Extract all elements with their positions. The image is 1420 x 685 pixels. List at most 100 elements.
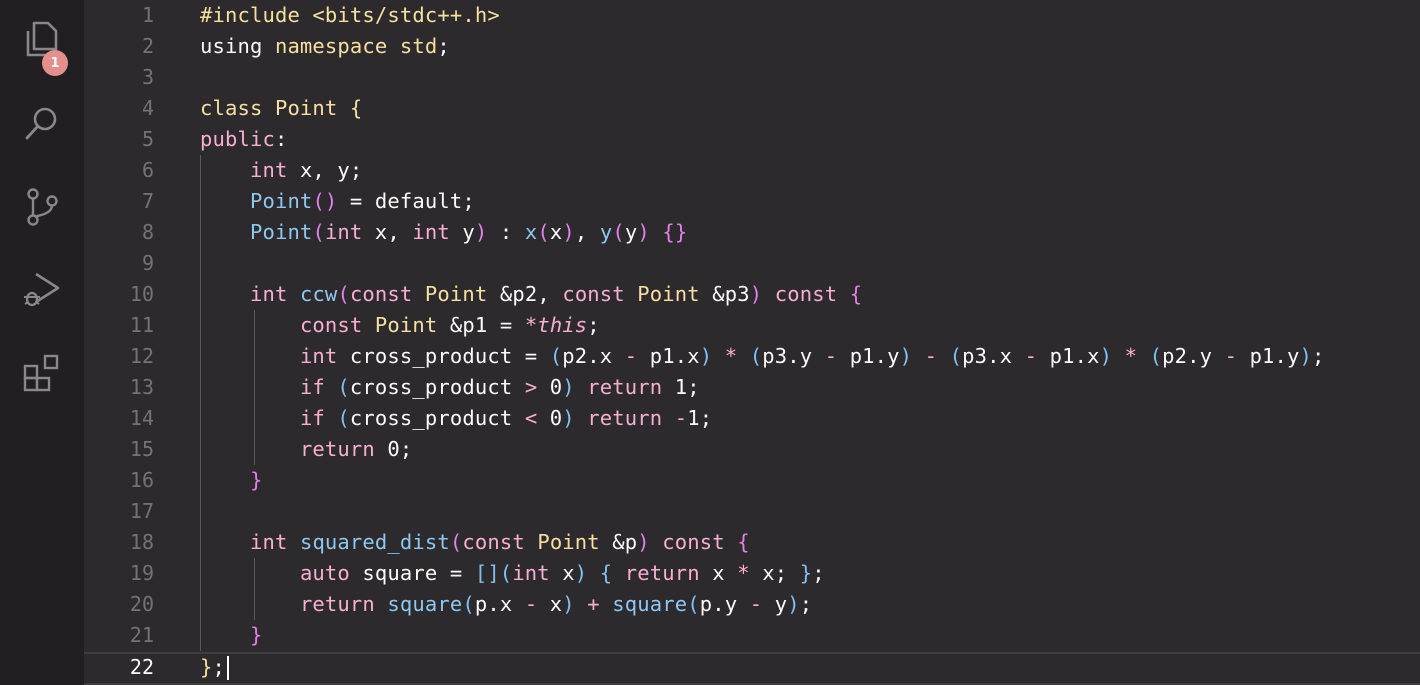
code-token: cross_product [349, 406, 525, 430]
code-token: return [624, 561, 700, 585]
search-button[interactable] [0, 92, 84, 154]
code-token: int [249, 158, 288, 182]
code-token: ( [949, 344, 963, 368]
explorer-button[interactable]: 1 [0, 8, 84, 76]
code-token: ( [337, 282, 350, 306]
code-token: } [799, 561, 813, 585]
code-line[interactable]: 15 return 0; [84, 434, 1420, 465]
code-token: const [462, 530, 525, 554]
code-text: using namespace std; [200, 31, 450, 62]
code-token: int [412, 220, 450, 244]
code-line[interactable]: 20 return square(p.x - x) + square(p.y -… [84, 589, 1420, 620]
code-token: &p1 = [437, 313, 525, 337]
code-token: { [737, 530, 750, 554]
code-token: } [249, 623, 263, 647]
code-line[interactable]: 21 } [84, 620, 1420, 651]
code-token: if [299, 406, 325, 430]
line-number: 22 [129, 655, 154, 679]
code-token: ) [1299, 344, 1313, 368]
code-text: } [200, 465, 262, 496]
code-token: ) [1099, 344, 1113, 368]
code-token: y [599, 220, 613, 244]
code-token: return [587, 406, 663, 430]
extensions-button[interactable] [0, 342, 84, 404]
line-number: 1 [141, 3, 154, 27]
code-line[interactable]: 11 const Point &p1 = *this; [84, 310, 1420, 341]
line-number: 7 [141, 189, 154, 213]
code-text: return square(p.x - x) + square(p.y - y)… [200, 589, 812, 620]
code-line[interactable]: 17 [84, 496, 1420, 527]
code-token: int [324, 220, 363, 244]
code-token: &p3 [699, 282, 750, 306]
code-token: > [524, 375, 538, 399]
code-token: if [299, 375, 325, 399]
code-token: &p2, [487, 282, 563, 306]
code-text: int cross_product = (p2.x - p1.x) * (p3.… [200, 341, 1325, 372]
code-editor[interactable]: 1 #include <bits/stdc++.h> 2 using namespac… [84, 0, 1420, 685]
code-line[interactable]: 13 if (cross_product > 0) return 1; [84, 372, 1420, 403]
line-number: 19 [129, 561, 154, 585]
code-line[interactable]: 19 auto square = [](int x) { return x * … [84, 558, 1420, 589]
source-control-button[interactable] [0, 176, 84, 238]
code-token: const [299, 313, 363, 337]
code-line[interactable]: 3 [84, 62, 1420, 93]
code-token: ; [437, 34, 450, 58]
code-token: int [512, 561, 550, 585]
code-token: 0 [537, 375, 563, 399]
code-line[interactable]: 12 int cross_product = (p2.x - p1.x) * (… [84, 341, 1420, 372]
code-line[interactable]: 4 class Point { [84, 93, 1420, 124]
code-line[interactable]: 18 int squared_dist(const Point &p) cons… [84, 527, 1420, 558]
line-number: 3 [141, 65, 154, 89]
code-token: 0 [537, 406, 563, 430]
code-token: p.x [474, 592, 525, 616]
code-token: int [249, 530, 288, 554]
activity-bar: 1 [0, 0, 84, 685]
code-token: 1; [687, 406, 713, 430]
code-token: = default; [337, 189, 475, 213]
code-line[interactable]: 16 } [84, 465, 1420, 496]
code-token: ( [337, 406, 350, 430]
code-line[interactable]: 1 #include <bits/stdc++.h> [84, 0, 1420, 31]
code-text: } [200, 620, 262, 651]
code-token: namespace [274, 34, 388, 58]
code-line[interactable]: 6 int x, y; [84, 155, 1420, 186]
code-token: int [249, 282, 288, 306]
code-token: Point [274, 96, 338, 120]
code-token: - [624, 344, 638, 368]
code-token: int [299, 344, 338, 368]
code-line[interactable]: 10 int ccw(const Point &p2, const Point … [84, 279, 1420, 310]
line-number: 13 [129, 375, 154, 399]
code-token: x [549, 220, 563, 244]
line-number: 16 [129, 468, 154, 492]
code-line[interactable]: 2 using namespace std; [84, 31, 1420, 62]
run-debug-button[interactable] [0, 259, 84, 321]
code-token: ) [637, 530, 650, 554]
code-token: x [699, 561, 738, 585]
code-token: < [524, 406, 538, 430]
code-token: #include <bits/stdc++.h> [200, 3, 500, 27]
line-number: 11 [129, 313, 154, 337]
code-line[interactable]: 7 Point() = default; [84, 186, 1420, 217]
code-line[interactable]: 14 if (cross_product < 0) return -1; [84, 403, 1420, 434]
code-text: return 0; [200, 434, 412, 465]
line-number: 12 [129, 344, 154, 368]
code-line[interactable]: 9 [84, 248, 1420, 279]
code-token: * [524, 313, 538, 337]
code-line[interactable]: 8 Point(int x, int y) : x(x), y(y) {} [84, 217, 1420, 248]
code-line[interactable]: 22}; [84, 652, 1420, 685]
code-line[interactable]: 5 public: [84, 124, 1420, 155]
